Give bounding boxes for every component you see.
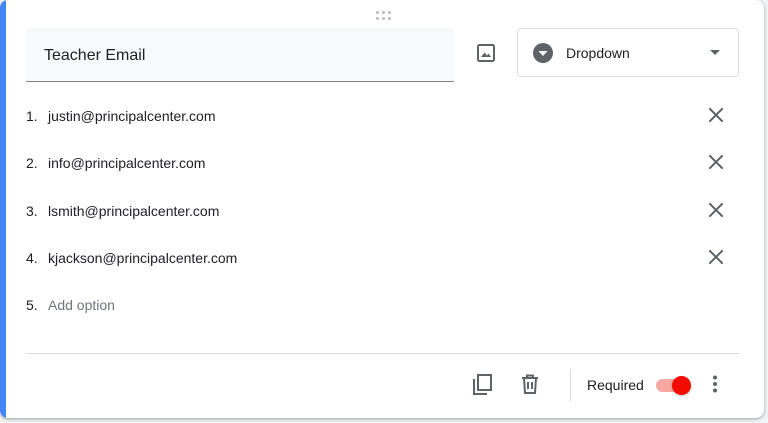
question-type-label: Dropdown [566,45,630,61]
option-row: 1. justin@principalcenter.com [26,101,746,131]
close-icon [709,250,723,264]
close-icon [709,155,723,169]
option-number: 4. [26,250,38,266]
option-row: 2. info@principalcenter.com [26,148,746,178]
option-number: 2. [26,155,38,171]
option-number: 3. [26,203,38,219]
footer-separator [570,369,571,401]
drag-handle-icon[interactable] [374,10,394,22]
add-option-button[interactable]: Add option [48,297,115,313]
more-options-button[interactable] [701,370,729,398]
question-title-input[interactable] [42,28,446,83]
remove-option-button[interactable] [702,101,730,129]
image-icon [477,44,495,62]
toggle-thumb [672,376,691,395]
required-toggle[interactable] [654,375,694,395]
option-text[interactable]: info@principalcenter.com [48,155,205,171]
required-label: Required [587,377,644,393]
question-type-select[interactable]: Dropdown [517,28,739,77]
option-row: 4. kjackson@principalcenter.com [26,243,746,273]
close-icon [709,108,723,122]
question-title-field [26,28,454,83]
remove-option-button[interactable] [702,243,730,271]
footer-divider [26,353,739,354]
delete-button[interactable] [516,370,544,398]
copy-icon [473,374,492,395]
more-vert-icon [713,375,717,393]
option-number: 5. [26,297,38,313]
option-text[interactable]: kjackson@principalcenter.com [48,250,237,266]
add-option-row: 5. Add option [26,290,746,320]
option-number: 1. [26,108,38,124]
trash-icon [522,374,538,394]
chevron-down-icon [710,50,720,55]
option-text[interactable]: justin@principalcenter.com [48,108,216,124]
remove-option-button[interactable] [702,148,730,176]
option-text[interactable]: lsmith@principalcenter.com [48,203,219,219]
remove-option-button[interactable] [702,196,730,224]
question-card: Dropdown 1. justin@principalcenter.com 2… [0,0,764,418]
add-image-button[interactable] [471,38,501,68]
option-row: 3. lsmith@principalcenter.com [26,196,746,226]
active-accent-bar [0,0,6,418]
dropdown-circle-icon [533,43,553,63]
duplicate-button[interactable] [468,370,496,398]
close-icon [709,203,723,217]
